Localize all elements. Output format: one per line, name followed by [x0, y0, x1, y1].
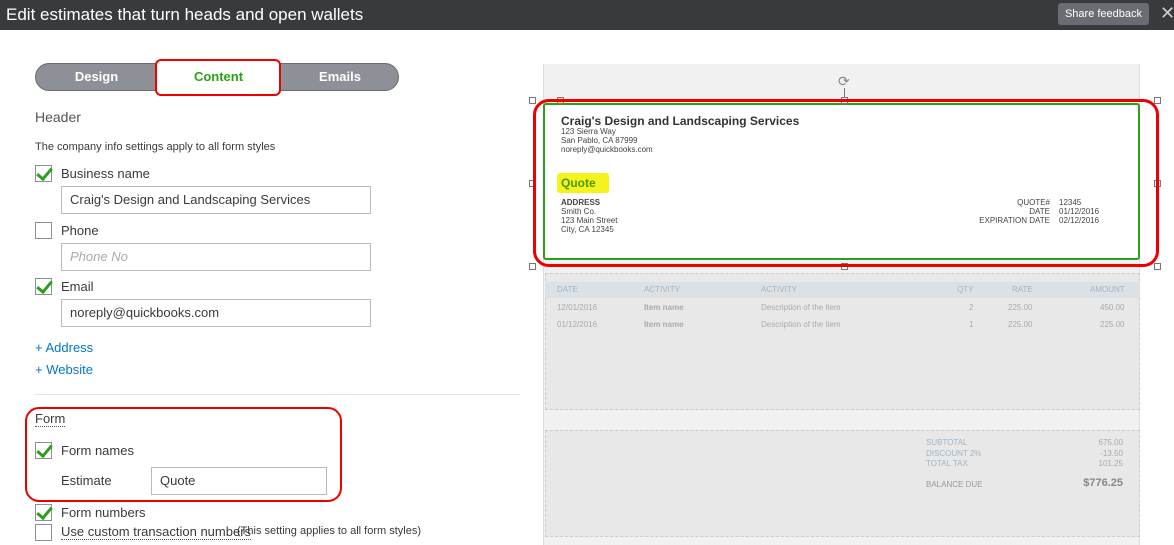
cell: Description of the item — [761, 320, 841, 329]
cell: Item name — [644, 303, 684, 312]
header-section-title: Header — [35, 109, 81, 125]
cell: 225.00 — [1008, 320, 1033, 329]
form-numbers-checkbox[interactable] — [35, 504, 52, 521]
col-header: ACTIVITY — [761, 285, 798, 294]
col-header: ACTIVITY — [644, 285, 681, 294]
phone-checkbox[interactable] — [35, 222, 52, 239]
custom-numbers-checkbox[interactable] — [35, 524, 52, 541]
discount-label: DISCOUNT 2% — [926, 449, 982, 458]
balance-value: $776.25 — [1083, 477, 1123, 489]
col-header: AMOUNT — [1090, 285, 1125, 294]
col-header: QTY — [957, 285, 974, 294]
share-feedback-button[interactable]: Share feedback — [1058, 3, 1149, 25]
cell: Item name — [644, 320, 684, 329]
cell: 225.00 — [1008, 303, 1033, 312]
resize-handle[interactable] — [529, 97, 536, 104]
business-name-checkbox[interactable] — [35, 165, 52, 182]
tax-label: TOTAL TAX — [926, 459, 968, 468]
resize-handle[interactable] — [529, 263, 536, 270]
page-title: Edit estimates that turn heads and open … — [6, 5, 364, 24]
resize-handle[interactable] — [1154, 97, 1161, 104]
cell: 01/12/2016 — [557, 320, 598, 329]
cell: 2 — [969, 303, 974, 312]
resize-handle[interactable] — [1154, 263, 1161, 270]
discount-value: -13.50 — [1100, 449, 1123, 458]
cell: Description of the item — [761, 303, 841, 312]
business-name-label: Business name — [61, 166, 150, 181]
subtotal-label: SUBTOTAL — [926, 438, 968, 447]
cell: 1 — [969, 320, 974, 329]
tab-emails[interactable]: Emails — [280, 64, 400, 90]
form-numbers-label: Form numbers — [61, 505, 146, 520]
preview-table-header — [545, 282, 1140, 298]
email-label: Email — [61, 279, 94, 294]
add-website-link[interactable]: + Website — [35, 362, 93, 377]
email-checkbox[interactable] — [35, 278, 52, 295]
phone-label: Phone — [61, 223, 99, 238]
highlight-annotation — [25, 407, 342, 502]
custom-numbers-note: (This setting applies to all form styles… — [237, 525, 422, 537]
col-header: DATE — [557, 285, 578, 294]
highlight-annotation — [533, 99, 1159, 267]
col-header: RATE — [1012, 285, 1033, 294]
add-address-link[interactable]: + Address — [35, 340, 93, 355]
business-name-input[interactable]: Craig's Design and Landscaping Services — [61, 186, 371, 214]
cell: 225.00 — [1100, 320, 1125, 329]
divider — [35, 394, 520, 395]
custom-numbers-label: Use custom transaction numbers — [61, 524, 252, 540]
highlight-annotation — [155, 59, 281, 96]
close-icon[interactable]: ✕ — [1160, 3, 1174, 24]
subtotal-value: 675.00 — [1098, 438, 1123, 447]
cell: 12/01/2016 — [557, 303, 598, 312]
tax-value: 101.25 — [1098, 459, 1123, 468]
header-note: The company info settings apply to all f… — [35, 141, 276, 153]
cell: 450.00 — [1100, 303, 1125, 312]
balance-label: BALANCE DUE — [926, 480, 983, 489]
tab-design[interactable]: Design — [36, 64, 157, 90]
email-input[interactable]: noreply@quickbooks.com — [61, 299, 371, 327]
phone-input[interactable]: Phone No — [61, 243, 371, 271]
